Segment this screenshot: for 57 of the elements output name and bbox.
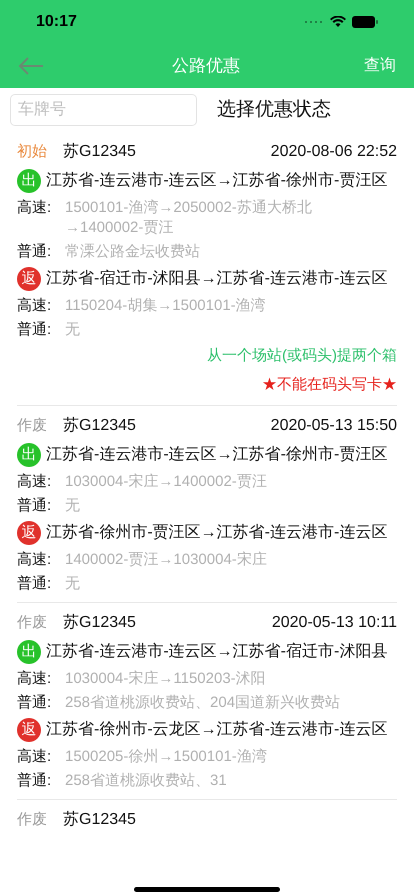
- trip-badge: 出: [17, 443, 41, 467]
- route-label: 普通:: [17, 496, 52, 516]
- wifi-icon: [330, 16, 346, 28]
- route-label: 普通:: [17, 320, 52, 340]
- trip-badge: 出: [17, 169, 41, 193]
- record-status: 作废: [17, 612, 48, 633]
- record-status: 作废: [17, 416, 48, 436]
- route-label: 高速:: [17, 472, 52, 492]
- route-detail: 1400002-贾汪→1030004-宋庄: [65, 550, 268, 570]
- battery-icon: [352, 16, 378, 28]
- route-label: 高速:: [17, 296, 52, 316]
- route-text: 江苏省-徐州市-云龙区→江苏省-连云港市-连云区: [46, 720, 388, 740]
- route-detail: 258省道桃源收费站、31: [65, 771, 228, 791]
- plate-number: 苏G12345: [63, 612, 137, 633]
- record-time: 2020-05-13 15:50: [270, 416, 397, 436]
- route-detail: 无: [65, 574, 81, 594]
- route-label: 普通:: [17, 693, 52, 713]
- back-arrow-icon: [18, 57, 44, 75]
- route-text: 江苏省-宿迁市-沭阳县→江苏省-连云港市-连云区: [46, 268, 388, 289]
- route-detail: 常溧公路金坛收费站: [65, 242, 201, 262]
- route-detail: 无: [65, 496, 81, 516]
- route-label: 普通:: [17, 574, 52, 594]
- status-select[interactable]: 选择优惠状态: [217, 96, 331, 124]
- record-time: 2020-08-06 22:52: [270, 142, 397, 162]
- plate-number: 苏G12345: [63, 416, 137, 436]
- record-status: 作废: [17, 810, 48, 830]
- trip-badge: 出: [17, 640, 41, 664]
- record-note: 从一个场站(或码头)提两个箱: [207, 346, 397, 366]
- plate-search-field[interactable]: 车牌号: [10, 94, 197, 126]
- route-text: 江苏省-连云港市-连云区→江苏省-宿迁市-沭阳县: [46, 642, 388, 662]
- record-time: 2020-05-13 10:11: [272, 613, 397, 633]
- route-detail: 无: [65, 320, 81, 340]
- route-detail: 1500101-渔湾→2050002-苏通大桥北→1400002-贾汪: [65, 198, 313, 238]
- route-text: 江苏省-连云港市-连云区→江苏省-徐州市-贾汪区: [46, 170, 388, 191]
- route-detail: 1150204-胡集→1500101-渔湾: [65, 296, 267, 316]
- route-detail: 1500205-徐州→1500101-渔湾: [65, 747, 268, 767]
- page-title: 公路优惠: [172, 55, 240, 78]
- route-label: 普通:: [17, 771, 52, 791]
- route-label: 高速:: [17, 669, 52, 689]
- trip-badge: 返: [17, 521, 41, 545]
- trip-badge: 返: [17, 718, 41, 742]
- trip-badge: 返: [17, 267, 41, 291]
- route-text: 江苏省-连云港市-连云区→江苏省-徐州市-贾汪区: [46, 444, 388, 465]
- route-label: 高速:: [17, 198, 52, 218]
- record-note: ★不能在码头写卡★: [262, 374, 397, 394]
- route-label: 高速:: [17, 550, 52, 570]
- route-text: 江苏省-徐州市-贾汪区→江苏省-连云港市-连云区: [46, 522, 388, 543]
- route-detail: 258省道桃源收费站、204国道新兴收费站: [65, 693, 342, 713]
- signal-icon: [304, 20, 324, 24]
- route-detail: 1030004-宋庄→1400002-贾汪: [65, 472, 268, 492]
- plate-number: 苏G12345: [63, 810, 137, 830]
- plate-number: 苏G12345: [63, 142, 137, 162]
- record-status: 初始: [17, 142, 48, 162]
- route-detail: 1030004-宋庄→1150203-沭阳: [65, 669, 267, 689]
- route-label: 普通:: [17, 242, 52, 262]
- route-label: 高速:: [17, 747, 52, 767]
- status-time: 10:17: [36, 12, 77, 32]
